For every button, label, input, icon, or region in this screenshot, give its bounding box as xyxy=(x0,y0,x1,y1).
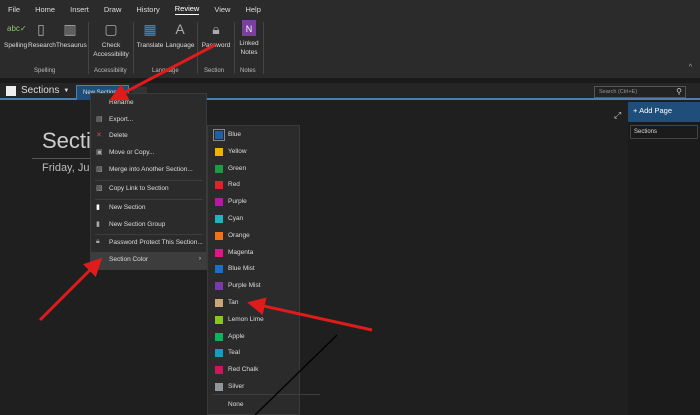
annotation-arrow xyxy=(247,297,373,332)
annotation-line xyxy=(254,334,338,415)
annotation-arrow xyxy=(109,43,216,101)
annotation-arrow xyxy=(38,257,103,322)
annotation-overlay xyxy=(38,43,373,415)
